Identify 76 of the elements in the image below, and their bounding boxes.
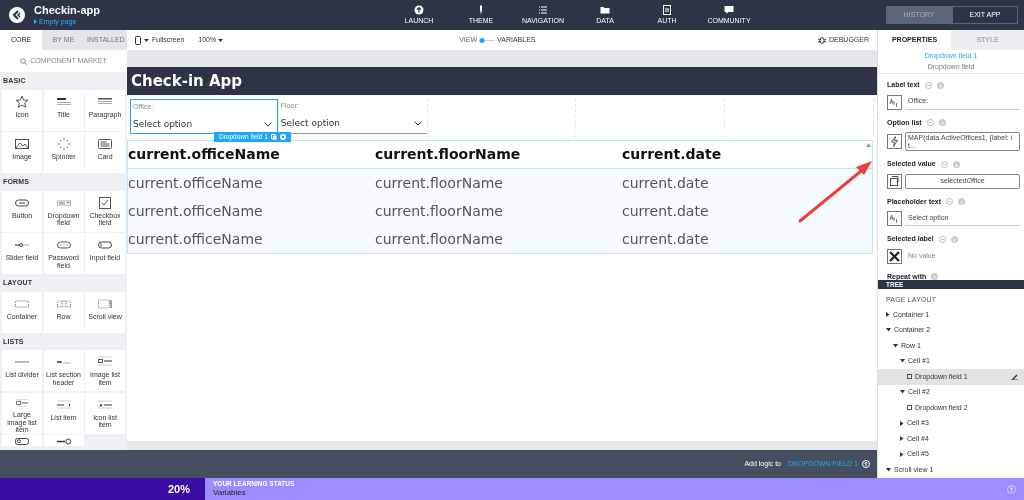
learning-topic: Variables [213,488,247,498]
input-shape-icon [98,238,112,252]
chevron-down-icon [413,120,422,126]
link-icon[interactable] [938,235,946,243]
list-text: current.date [622,201,710,221]
expanded-caret-icon [886,467,891,472]
link-icon[interactable] [946,198,954,206]
list-text: current.officeName [128,145,281,164]
scroll-frame-icon [98,296,112,311]
expanded-caret-icon [900,390,905,395]
list-text: current.officeName [128,201,264,221]
password-dots-icon [56,238,71,252]
phone-icon [135,35,141,45]
folder-icon [600,5,610,15]
link-icon[interactable] [926,119,934,127]
checkbox-icon [98,195,112,210]
cross-icon[interactable] [887,248,902,264]
progress-percent: 20% [167,481,190,497]
info-icon[interactable] [936,81,944,89]
info-icon[interactable] [952,160,960,168]
image-row-icon [98,355,112,369]
collapsed-caret-icon [900,420,904,426]
pencil-icon [1011,373,1018,381]
row-arrow-icon [56,397,71,412]
star-row-icon [98,397,112,412]
toggle-row-icon [56,438,71,445]
scrollbar-up-icon [866,143,871,147]
chevron-down-icon [263,121,272,127]
document-icon [662,5,672,15]
list-text: current.floorName [375,145,522,164]
list-text: current.floorName [375,173,504,193]
list-text: current.officeName [128,173,264,193]
collapsed-caret-icon [900,451,904,457]
app-header-title: Check-in App [131,70,243,92]
app-title: Checkin-app [34,4,101,17]
database-icon[interactable] [887,173,902,189]
list-text: current.floorName [375,201,504,221]
caret-icon [144,38,149,42]
collapsed-caret-icon [900,436,904,442]
bug-icon [817,36,826,44]
link-icon[interactable] [924,81,932,89]
link-icon[interactable] [940,160,948,168]
expanded-caret-icon [900,359,905,364]
close-icon[interactable] [279,134,286,140]
view-toggle[interactable] [479,37,496,43]
component-tile[interactable] [43,435,84,446]
card-icon [98,137,112,151]
info-icon[interactable] [950,235,958,243]
list-text: current.date [622,173,710,193]
launch-icon [414,5,424,15]
list-text: current.officeName [128,229,264,249]
text-type-icon[interactable] [887,211,902,226]
large-image-row-icon [15,397,29,409]
star-icon [15,94,29,109]
collapsed-caret-icon [886,312,890,318]
component-tile[interactable] [2,435,42,446]
list-icon [538,5,548,15]
search-field-icon [15,438,29,445]
logo-icon [9,7,25,23]
info-icon[interactable] [958,198,966,206]
info-icon[interactable] [938,119,946,127]
list-text: current.floorName [375,229,504,249]
search-icon [20,57,28,65]
copy-icon[interactable] [270,134,277,140]
caret-icon [218,38,224,42]
list-text: current.date [622,229,710,249]
lightning-icon[interactable] [887,134,902,149]
text-type-icon[interactable] [887,94,902,110]
chat-bubble-icon [724,5,734,15]
spinner-icon [56,137,71,151]
info-icon[interactable] [931,273,939,280]
expanded-caret-icon [893,343,898,348]
list-text: current.date [622,145,723,164]
caret-icon [34,19,37,24]
expanded-caret-icon [886,328,891,333]
image-icon [15,137,29,151]
